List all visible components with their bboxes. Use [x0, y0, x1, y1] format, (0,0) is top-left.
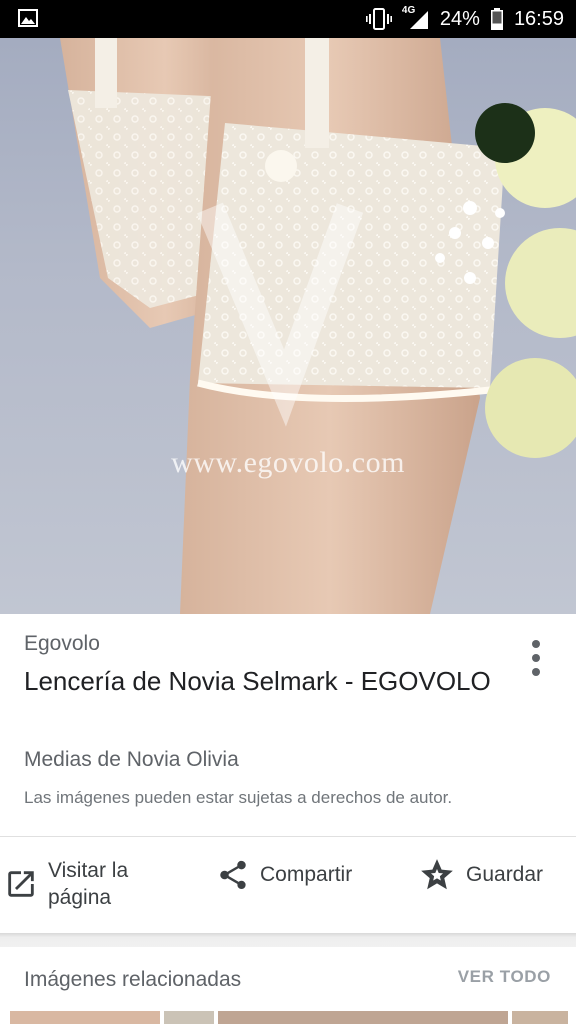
copyright-notice: Las imágenes pueden estar sujetas a dere…	[24, 788, 453, 807]
visit-page-button[interactable]: Visitar la página	[4, 857, 158, 911]
clock: 16:59	[513, 7, 564, 30]
share-label: Compartir	[260, 863, 353, 886]
see-all-link[interactable]: VER TODO	[458, 967, 551, 987]
result-title[interactable]: Lencería de Novia Selmark - EGOVOLO	[24, 664, 504, 698]
open-in-new-icon	[8, 871, 34, 897]
result-image[interactable]: www.egovolo.com	[0, 38, 576, 614]
more-vert-icon[interactable]	[520, 638, 552, 678]
share-button[interactable]: Compartir	[216, 857, 352, 893]
image-watermark: www.egovolo.com	[171, 446, 405, 479]
vibrate-icon	[365, 8, 392, 30]
save-label: Guardar	[466, 863, 544, 886]
save-button[interactable]: Guardar	[418, 857, 543, 893]
star-icon	[421, 859, 453, 890]
related-thumbnail[interactable]	[164, 1011, 214, 1024]
source-site[interactable]: Egovolo	[24, 632, 100, 656]
related-thumbnails	[0, 1011, 576, 1024]
related-thumbnail[interactable]	[218, 1011, 508, 1024]
battery-icon	[490, 8, 503, 30]
related-thumbnail[interactable]	[512, 1011, 568, 1024]
related-thumbnail[interactable]	[10, 1011, 160, 1024]
battery-percent: 24%	[439, 7, 480, 30]
related-images-title: Imágenes relacionadas	[24, 968, 242, 991]
signal-icon: 4G	[402, 5, 430, 31]
visit-label-line2: página	[48, 886, 112, 909]
section-separator	[0, 933, 576, 947]
image-icon	[18, 9, 38, 27]
result-subtitle: Medias de Novia Olivia	[24, 748, 239, 771]
related-images-section: Imágenes relacionadas VER TODO	[0, 947, 576, 1024]
visit-label-line1: Visitar la	[48, 859, 129, 882]
action-bar: Visitar la página Compartir Guardar	[0, 837, 576, 933]
status-bar: 4G 24% 16:59	[0, 0, 576, 38]
share-icon	[220, 860, 246, 890]
result-info: Egovolo Lencería de Novia Selmark - EGOV…	[0, 614, 576, 836]
hero-illustration	[60, 38, 576, 614]
